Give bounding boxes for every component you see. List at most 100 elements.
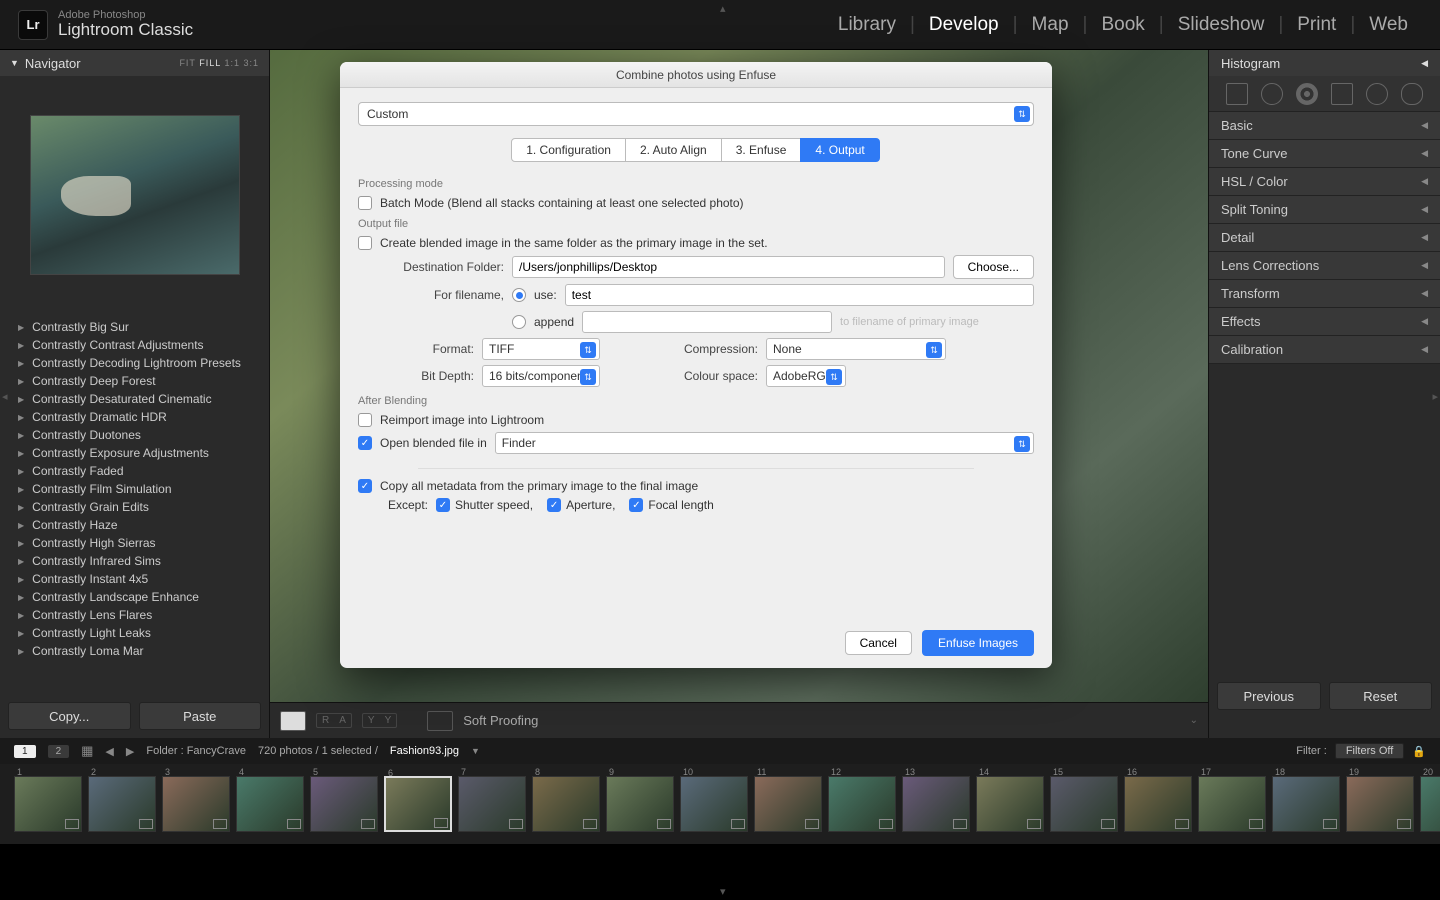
filmstrip-thumb[interactable]: 11 [754,776,822,832]
choose-button[interactable]: Choose... [953,255,1034,279]
copy-metadata-checkbox[interactable]: ✓ [358,479,372,493]
except-checkbox[interactable]: ✓ [547,498,561,512]
module-map[interactable]: Map [1018,14,1083,36]
tab-autoalign[interactable]: 2. Auto Align [625,138,722,162]
except-checkbox[interactable]: ✓ [629,498,643,512]
except-checkbox[interactable]: ✓ [436,498,450,512]
filmstrip-thumb[interactable]: 17 [1198,776,1266,832]
panel-detail[interactable]: Detail◀ [1209,224,1440,252]
module-library[interactable]: Library [824,14,910,36]
preset-folder[interactable]: ▶Contrastly Faded [0,462,269,480]
panel-tone-curve[interactable]: Tone Curve◀ [1209,140,1440,168]
panel-calibration[interactable]: Calibration◀ [1209,336,1440,364]
before-after-yy-icon[interactable]: YY [362,713,397,728]
preset-folder[interactable]: ▶Contrastly Dramatic HDR [0,408,269,426]
monitor-1-tab[interactable]: 1 [14,745,36,758]
soft-proofing-checkbox[interactable] [427,711,453,731]
filmstrip-thumb[interactable]: 12 [828,776,896,832]
filter-lock-icon[interactable]: 🔒 [1412,745,1426,758]
preset-folder[interactable]: ▶Contrastly Decoding Lightroom Presets [0,354,269,372]
module-book[interactable]: Book [1087,14,1158,36]
filmstrip-thumb[interactable]: 2 [88,776,156,832]
grid-icon[interactable]: ▦ [81,743,93,759]
filter-select[interactable]: Filters Off [1335,743,1404,759]
preset-folder[interactable]: ▶Contrastly Deep Forest [0,372,269,390]
panel-arrow-top-icon[interactable]: ▴ [720,2,726,15]
crop-tool-icon[interactable] [1226,83,1248,105]
preset-folder[interactable]: ▶Contrastly Film Simulation [0,480,269,498]
filmstrip-thumb[interactable]: 3 [162,776,230,832]
panel-transform[interactable]: Transform◀ [1209,280,1440,308]
redeye-tool-icon[interactable] [1296,83,1318,105]
filmstrip-thumb[interactable]: 20 [1420,776,1440,832]
before-after-ra-icon[interactable]: RA [316,713,352,728]
tab-configuration[interactable]: 1. Configuration [511,138,626,162]
panel-arrow-left-icon[interactable]: ◂ [2,390,8,403]
preset-folder[interactable]: ▶Contrastly High Sierras [0,534,269,552]
preset-folder[interactable]: ▶Contrastly Grain Edits [0,498,269,516]
dest-folder-input[interactable] [512,256,945,278]
same-folder-checkbox[interactable] [358,236,372,250]
preset-folder[interactable]: ▶Contrastly Loma Mar [0,642,269,660]
previous-button[interactable]: Previous [1217,682,1321,710]
batch-mode-checkbox[interactable] [358,196,372,210]
panel-hsl-color[interactable]: HSL / Color◀ [1209,168,1440,196]
tab-enfuse[interactable]: 3. Enfuse [721,138,802,162]
panel-effects[interactable]: Effects◀ [1209,308,1440,336]
module-develop[interactable]: Develop [915,14,1013,36]
filename-dropdown-icon[interactable]: ▼ [471,746,480,756]
filmstrip-thumb[interactable]: 10 [680,776,748,832]
preset-folder[interactable]: ▶Contrastly Exposure Adjustments [0,444,269,462]
module-slideshow[interactable]: Slideshow [1164,14,1279,36]
preset-folder[interactable]: ▶Contrastly Desaturated Cinematic [0,390,269,408]
reimport-checkbox[interactable] [358,413,372,427]
panel-lens-corrections[interactable]: Lens Corrections◀ [1209,252,1440,280]
filmstrip-thumb[interactable]: 4 [236,776,304,832]
filmstrip-thumb[interactable]: 16 [1124,776,1192,832]
filmstrip-thumb[interactable]: 18 [1272,776,1340,832]
bitdepth-select[interactable]: 16 bits/component⇅ [482,365,600,387]
graduated-filter-icon[interactable] [1331,83,1353,105]
preset-folder[interactable]: ▶Contrastly Instant 4x5 [0,570,269,588]
filmstrip-thumb[interactable]: 9 [606,776,674,832]
format-select[interactable]: TIFF⇅ [482,338,600,360]
compression-select[interactable]: None⇅ [766,338,946,360]
navigator-zoom-opts[interactable]: FIT FILL 1:1 3:1 [179,58,259,68]
navigator-header[interactable]: ▼ Navigator FIT FILL 1:1 3:1 [0,50,269,76]
tab-output[interactable]: 4. Output [800,138,879,162]
filmstrip-thumb[interactable]: 8 [532,776,600,832]
open-in-checkbox[interactable]: ✓ [358,436,372,450]
chevron-down-icon[interactable]: ⌄ [1190,715,1198,726]
module-web[interactable]: Web [1355,14,1422,36]
filmstrip-thumb[interactable]: 15 [1050,776,1118,832]
filmstrip[interactable]: 1234567891011121314151617181920 [0,764,1440,844]
preset-folder[interactable]: ▶Contrastly Duotones [0,426,269,444]
filename-append-input[interactable] [582,311,832,333]
copy-button[interactable]: Copy... [8,702,131,730]
filename-use-radio[interactable] [512,288,526,302]
nav-forward-icon[interactable]: ▶ [126,745,134,758]
module-print[interactable]: Print [1283,14,1350,36]
panel-arrow-right-icon[interactable]: ▸ [1432,390,1438,403]
preset-folder[interactable]: ▶Contrastly Landscape Enhance [0,588,269,606]
filmstrip-thumb[interactable]: 5 [310,776,378,832]
filmstrip-thumb[interactable]: 19 [1346,776,1414,832]
panel-arrow-bottom-icon[interactable]: ▾ [720,885,726,898]
preset-folder[interactable]: ▶Contrastly Haze [0,516,269,534]
filmstrip-thumb[interactable]: 7 [458,776,526,832]
paste-button[interactable]: Paste [139,702,262,730]
monitor-2-tab[interactable]: 2 [48,745,70,758]
colorspace-select[interactable]: AdobeRGB⇅ [766,365,846,387]
nav-back-icon[interactable]: ◀ [105,745,113,758]
navigator-preview[interactable] [0,76,269,314]
preset-folder[interactable]: ▶Contrastly Lens Flares [0,606,269,624]
open-in-select[interactable]: Finder⇅ [495,432,1034,454]
filename-use-input[interactable] [565,284,1034,306]
histogram-header[interactable]: Histogram ◀ [1209,50,1440,76]
filmstrip-thumb[interactable]: 1 [14,776,82,832]
preset-select[interactable]: Custom ⇅ [358,102,1034,126]
loupe-view-icon[interactable] [280,711,306,731]
preset-folder[interactable]: ▶Contrastly Light Leaks [0,624,269,642]
panel-basic[interactable]: Basic◀ [1209,112,1440,140]
brush-tool-icon[interactable] [1401,83,1423,105]
